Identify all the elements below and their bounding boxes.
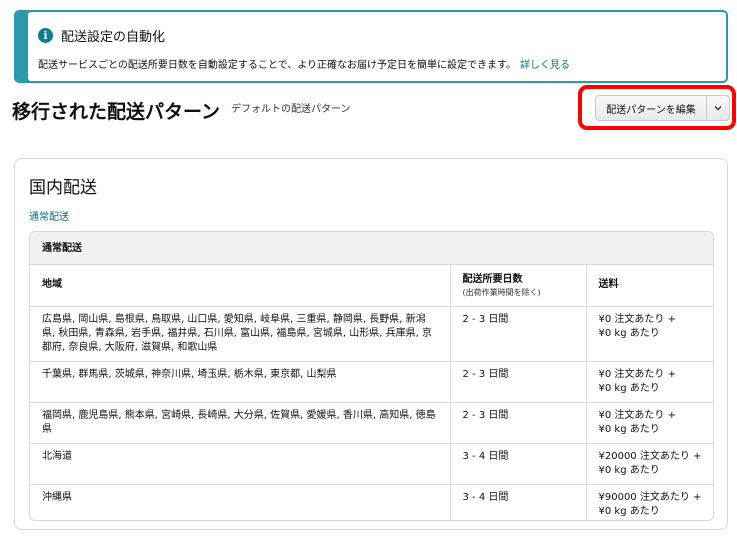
table-row: 沖縄県 3 - 4 日間 ¥90000 注文あたり + ¥0 kg あたり [30, 483, 713, 520]
learn-more-link[interactable]: 詳しく見る [520, 60, 570, 71]
info-banner-description: 配送サービスごとの配送所要日数を自動設定することで、より正確なお届け予定日を簡単… [38, 60, 516, 71]
table-row: 北海道 3 - 4 日間 ¥20000 注文あたり + ¥0 kg あたり [30, 442, 713, 484]
column-header-fee: 送料 [585, 265, 713, 307]
shipping-rates-table: 通常配送 地域 配送所要日数 (出荷作業時間を除く) 送料 広島県, 岡山県, … [29, 231, 714, 521]
region-cell: 沖縄県 [30, 483, 450, 520]
edit-pattern-button[interactable]: 配送パターンを編集 [596, 96, 706, 120]
column-header-days: 配送所要日数 (出荷作業時間を除く) [449, 265, 586, 307]
edit-pattern-dropdown-button[interactable] [707, 96, 729, 120]
days-cell: 3 - 4 日間 [449, 483, 586, 520]
column-header-days-label: 配送所要日数 [462, 273, 523, 285]
default-pattern-label: デフォルトの配送パターン [231, 104, 351, 115]
chevron-down-icon [714, 106, 722, 111]
fee-cell: ¥90000 注文あたり + ¥0 kg あたり [585, 483, 713, 520]
fee-per-order: ¥0 注文あたり + [598, 313, 676, 325]
info-banner-header: i 配送設定の自動化 [38, 26, 165, 45]
table-caption: 通常配送 [30, 232, 713, 265]
column-header-days-note: (出荷作業時間を除く) [462, 287, 541, 297]
fee-cell: ¥0 注文あたり + ¥0 kg あたり [585, 306, 713, 361]
domestic-shipping-card: 国内配送 通常配送 通常配送 地域 配送所要日数 (出荷作業時間を除く) 送料 … [14, 158, 728, 530]
fee-per-kg: ¥0 kg あたり [598, 423, 660, 435]
info-banner: i 配送設定の自動化 配送サービスごとの配送所要日数を自動設定することで、より正… [14, 10, 728, 83]
info-icon: i [38, 28, 53, 43]
page-title: 移行された配送パターン [12, 101, 221, 123]
fee-per-order: ¥20000 注文あたり + [598, 450, 702, 462]
table-header-row: 地域 配送所要日数 (出荷作業時間を除く) 送料 [30, 265, 713, 307]
table-row: 千葉県, 群馬県, 茨城県, 神奈川県, 埼玉県, 栃木県, 東京都, 山梨県 … [30, 360, 713, 402]
region-cell: 千葉県, 群馬県, 茨城県, 神奈川県, 埼玉県, 栃木県, 東京都, 山梨県 [30, 360, 450, 402]
fee-per-kg: ¥0 kg あたり [598, 464, 660, 476]
fee-cell: ¥0 注文あたり + ¥0 kg あたり [585, 401, 713, 443]
standard-shipping-link[interactable]: 通常配送 [29, 208, 69, 223]
fee-per-kg: ¥0 kg あたり [598, 505, 660, 517]
days-cell: 2 - 3 日間 [449, 306, 586, 361]
days-cell: 2 - 3 日間 [449, 401, 586, 443]
region-cell: 福岡県, 鹿児島県, 熊本県, 宮崎県, 長崎県, 大分県, 佐賀県, 愛媛県,… [30, 401, 450, 443]
fee-per-order: ¥90000 注文あたり + [598, 491, 702, 503]
edit-pattern-split-button[interactable]: 配送パターンを編集 [595, 95, 730, 121]
region-cell: 北海道 [30, 442, 450, 484]
fee-per-order: ¥0 注文あたり + [598, 409, 676, 421]
fee-per-kg: ¥0 kg あたり [598, 382, 660, 394]
column-header-region: 地域 [30, 265, 450, 307]
days-cell: 3 - 4 日間 [449, 442, 586, 484]
fee-per-kg: ¥0 kg あたり [598, 327, 660, 339]
fee-cell: ¥0 注文あたり + ¥0 kg あたり [585, 360, 713, 402]
info-banner-title: 配送設定の自動化 [61, 30, 166, 45]
domestic-shipping-title: 国内配送 [29, 178, 97, 198]
region-cell: 広島県, 岡山県, 島根県, 鳥取県, 山口県, 愛知県, 岐阜県, 三重県, … [42, 313, 432, 353]
info-banner-text: 配送サービスごとの配送所要日数を自動設定することで、より正確なお届け予定日を簡単… [38, 56, 570, 71]
rates-table: 地域 配送所要日数 (出荷作業時間を除く) 送料 広島県, 岡山県, 島根県, … [30, 265, 713, 520]
fee-per-order: ¥0 注文あたり + [598, 368, 676, 380]
fee-cell: ¥20000 注文あたり + ¥0 kg あたり [585, 442, 713, 484]
days-cell: 2 - 3 日間 [449, 360, 586, 402]
table-row: 広島県, 岡山県, 島根県, 鳥取県, 山口県, 愛知県, 岐阜県, 三重県, … [30, 306, 713, 361]
table-row: 福岡県, 鹿児島県, 熊本県, 宮崎県, 長崎県, 大分県, 佐賀県, 愛媛県,… [30, 401, 713, 443]
